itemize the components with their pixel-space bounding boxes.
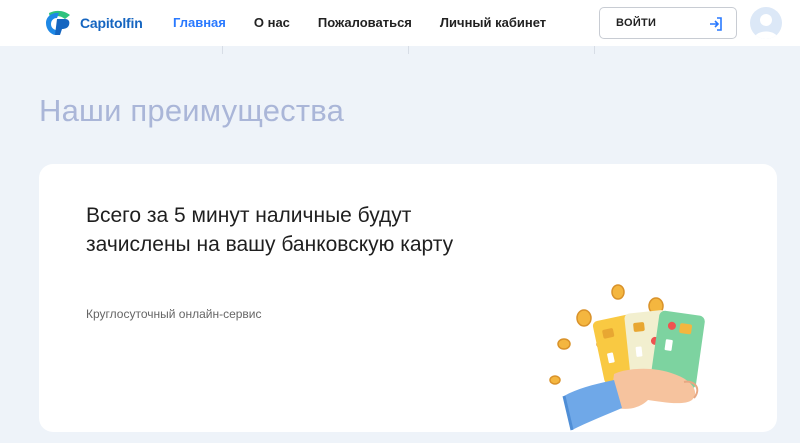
nav-account[interactable]: Личный кабинет — [440, 15, 546, 30]
header: Capitolfin Главная О нас Пожаловаться Ли… — [0, 0, 800, 46]
hand-cards-coins-illustration — [549, 284, 705, 431]
divider — [222, 46, 223, 54]
card-subtitle: Круглосуточный онлайн-сервис — [86, 307, 262, 321]
divider — [594, 46, 595, 54]
card-title: Всего за 5 минут наличные будут зачислен… — [86, 204, 454, 256]
logo-text: Capitolfin — [80, 15, 143, 31]
login-button-label: ВОЙТИ — [616, 17, 657, 29]
nav-about[interactable]: О нас — [254, 15, 290, 30]
user-avatar-icon[interactable] — [750, 7, 782, 39]
main-nav: Главная О нас Пожаловаться Личный кабине… — [173, 15, 574, 30]
section-title: Наши преимущества — [39, 93, 345, 128]
divider — [408, 46, 409, 54]
login-arrow-icon — [710, 17, 722, 31]
nav-home[interactable]: Главная — [173, 15, 226, 30]
login-button[interactable]: ВОЙТИ — [599, 7, 737, 39]
logo[interactable]: Capitolfin — [43, 9, 143, 37]
logo-icon — [46, 10, 70, 35]
nav-complain[interactable]: Пожаловаться — [318, 15, 412, 30]
advantage-card: Всего за 5 минут наличные будут зачислен… — [39, 164, 777, 432]
